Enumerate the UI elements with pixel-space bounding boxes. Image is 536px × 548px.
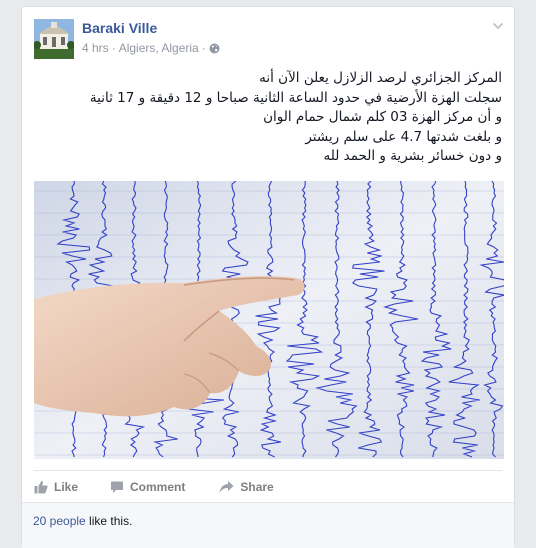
share-label: Share <box>240 480 274 494</box>
post-text-line: و أن مركز الهزة 03 كلم شمال حمام الوان <box>263 109 502 125</box>
meta-separator: · <box>201 41 206 55</box>
likes-count-link[interactable]: 20 people <box>33 514 86 528</box>
post-text-line: و دون خسائر بشرية و الحمد لله <box>323 148 502 164</box>
likes-bar: 20 people like this. <box>22 502 514 548</box>
post-text-line: و بلغت شدتها 4.7 على سلم ريشتر <box>305 128 502 145</box>
post-time[interactable]: 4 hrs <box>82 41 109 55</box>
share-button[interactable]: Share <box>219 480 274 494</box>
page-avatar[interactable] <box>34 19 74 59</box>
seismograph-image <box>34 181 504 459</box>
thumbs-up-icon <box>34 481 48 494</box>
post-text: المركز الجزائري لرصد الزلازل يعلن الآن أ… <box>42 69 502 167</box>
avatar-building-image <box>34 19 74 59</box>
comment-label: Comment <box>130 480 186 494</box>
likes-summary: 20 people like this. <box>33 514 132 528</box>
meta-separator: · <box>111 41 116 55</box>
actions-divider <box>34 470 502 471</box>
post-actions: Like Comment Share <box>34 477 296 497</box>
chevron-down-icon[interactable] <box>492 18 504 30</box>
post-meta: 4 hrs · Algiers, Algeria · <box>82 41 220 55</box>
comment-icon <box>111 481 124 493</box>
post-photo[interactable] <box>34 181 504 459</box>
page-name-link[interactable]: Baraki Ville <box>82 20 157 36</box>
share-icon <box>219 481 234 493</box>
like-label: Like <box>54 480 79 494</box>
comment-button[interactable]: Comment <box>110 480 185 494</box>
like-button[interactable]: Like <box>34 480 78 494</box>
post-text-line: سجلت الهزة الأرضية في حدود الساعة الثاني… <box>89 89 502 106</box>
likes-suffix: like this. <box>85 514 133 528</box>
post-text-line: المركز الجزائري لرصد الزلازل يعلن الآن أ… <box>259 70 502 86</box>
post-location[interactable]: Algiers, Algeria <box>119 41 199 55</box>
globe-icon[interactable] <box>209 43 220 54</box>
post-card: Baraki Ville 4 hrs · Algiers, Algeria · … <box>21 6 515 548</box>
